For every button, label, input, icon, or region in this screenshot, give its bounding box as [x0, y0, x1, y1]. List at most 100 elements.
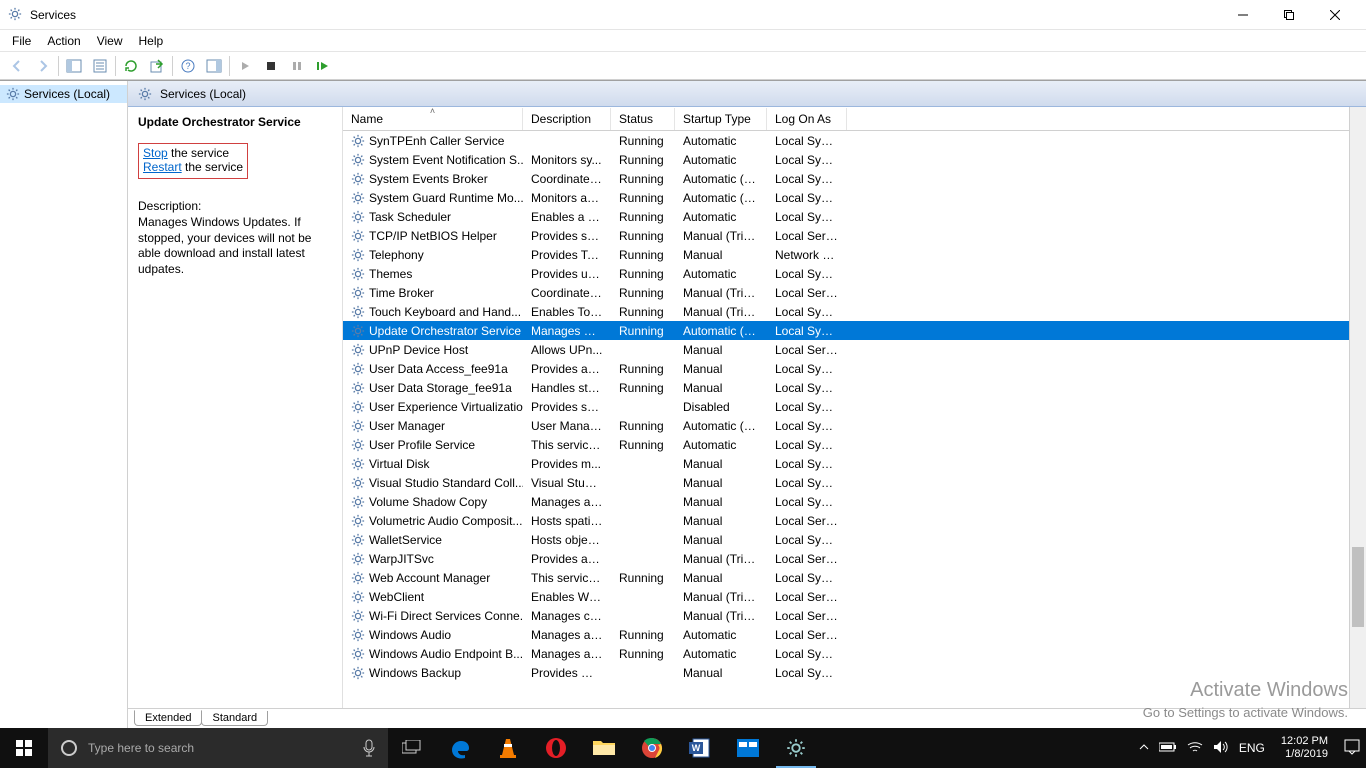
service-row[interactable]: Virtual DiskProvides m...ManualLocal Sys…: [343, 454, 1366, 473]
start-service-button[interactable]: [233, 54, 257, 78]
mic-icon[interactable]: [362, 739, 376, 757]
col-name[interactable]: Name: [343, 108, 523, 130]
stop-link[interactable]: Stop: [143, 146, 168, 160]
service-desc-cell: User Manag...: [523, 419, 611, 433]
service-row[interactable]: WalletServiceHosts objec...ManualLocal S…: [343, 530, 1366, 549]
scrollbar-thumb[interactable]: [1352, 547, 1364, 627]
service-row[interactable]: Windows Audio Endpoint B...Manages au...…: [343, 644, 1366, 663]
service-name-cell: Time Broker: [343, 286, 523, 300]
service-row[interactable]: TelephonyProvides Tel...RunningManualNet…: [343, 245, 1366, 264]
opera-icon[interactable]: [532, 728, 580, 768]
file-explorer-icon[interactable]: [580, 728, 628, 768]
col-logon[interactable]: Log On As: [767, 108, 847, 130]
pause-service-button[interactable]: [285, 54, 309, 78]
service-row[interactable]: Visual Studio Standard Coll...Visual Stu…: [343, 473, 1366, 492]
export-button[interactable]: [145, 54, 169, 78]
edge-icon[interactable]: [436, 728, 484, 768]
settings-taskbar-icon[interactable]: [724, 728, 772, 768]
service-desc-cell: Handles sto...: [523, 381, 611, 395]
window-controls: [1220, 0, 1358, 30]
restart-service-button[interactable]: [311, 54, 335, 78]
service-row[interactable]: Task SchedulerEnables a us...RunningAuto…: [343, 207, 1366, 226]
menu-view[interactable]: View: [89, 32, 131, 50]
service-logon-cell: Local Service: [767, 552, 847, 566]
service-row[interactable]: User Experience Virtualizatio...Provides…: [343, 397, 1366, 416]
service-status-cell: Running: [611, 248, 675, 262]
service-name-cell: Touch Keyboard and Hand...: [343, 305, 523, 319]
menu-action[interactable]: Action: [39, 32, 88, 50]
service-row[interactable]: Update Orchestrator ServiceManages W...R…: [343, 321, 1366, 340]
wifi-icon[interactable]: [1187, 741, 1203, 756]
service-logon-cell: Local Service: [767, 609, 847, 623]
description-text: Manages Windows Updates. If stopped, you…: [138, 215, 332, 277]
service-row[interactable]: Touch Keyboard and Hand...Enables Tou...…: [343, 302, 1366, 321]
battery-icon[interactable]: [1159, 741, 1177, 756]
service-row[interactable]: WarpJITSvcProvides a JI...Manual (Trig..…: [343, 549, 1366, 568]
description-label: Description:: [138, 199, 332, 213]
right-pane: Services (Local) Update Orchestrator Ser…: [128, 81, 1366, 728]
service-status-cell: Running: [611, 419, 675, 433]
taskbar-search[interactable]: Type here to search: [48, 728, 388, 768]
service-row[interactable]: System Guard Runtime Mo...Monitors an...…: [343, 188, 1366, 207]
details-panel: Update Orchestrator Service Stop the ser…: [128, 107, 343, 728]
properties-button[interactable]: [88, 54, 112, 78]
start-button[interactable]: [0, 728, 48, 768]
service-row[interactable]: TCP/IP NetBIOS HelperProvides su...Runni…: [343, 226, 1366, 245]
refresh-button[interactable]: [119, 54, 143, 78]
service-row[interactable]: User Data Access_fee91aProvides ap...Run…: [343, 359, 1366, 378]
service-row[interactable]: User Data Storage_fee91aHandles sto...Ru…: [343, 378, 1366, 397]
word-icon[interactable]: W: [676, 728, 724, 768]
menu-help[interactable]: Help: [131, 32, 172, 50]
restart-link[interactable]: Restart: [143, 160, 182, 174]
service-desc-cell: Enables Tou...: [523, 305, 611, 319]
help-button[interactable]: ?: [176, 54, 200, 78]
show-hide-tree-button[interactable]: [62, 54, 86, 78]
task-view-icon[interactable]: [388, 728, 436, 768]
tray-chevron-icon[interactable]: [1139, 741, 1149, 755]
menu-file[interactable]: File: [4, 32, 39, 50]
col-status[interactable]: Status: [611, 108, 675, 130]
service-row[interactable]: System Events BrokerCoordinates...Runnin…: [343, 169, 1366, 188]
services-taskbar-icon[interactable]: [772, 728, 820, 768]
volume-icon[interactable]: [1213, 740, 1229, 757]
stop-service-button[interactable]: [259, 54, 283, 78]
service-row[interactable]: WebClientEnables Win...Manual (Trig...Lo…: [343, 587, 1366, 606]
service-row[interactable]: User Profile ServiceThis service ...Runn…: [343, 435, 1366, 454]
notifications-icon[interactable]: [1344, 739, 1360, 758]
col-description[interactable]: Description: [523, 108, 611, 130]
service-row[interactable]: Windows BackupProvides Wi...ManualLocal …: [343, 663, 1366, 682]
vertical-scrollbar[interactable]: [1349, 107, 1366, 708]
service-status-cell: Running: [611, 229, 675, 243]
service-logon-cell: Local Syste...: [767, 267, 847, 281]
service-row[interactable]: SynTPEnh Caller ServiceRunningAutomaticL…: [343, 131, 1366, 150]
service-logon-cell: Local Syste...: [767, 533, 847, 547]
service-row[interactable]: Windows AudioManages au...RunningAutomat…: [343, 625, 1366, 644]
service-name-cell: Web Account Manager: [343, 571, 523, 585]
service-row[interactable]: Time BrokerCoordinates...RunningManual (…: [343, 283, 1366, 302]
service-row[interactable]: UPnP Device HostAllows UPn...ManualLocal…: [343, 340, 1366, 359]
action-pane-button[interactable]: [202, 54, 226, 78]
close-button[interactable]: [1312, 0, 1358, 30]
language-indicator[interactable]: ENG: [1239, 741, 1265, 755]
tab-standard[interactable]: Standard: [201, 711, 268, 726]
maximize-button[interactable]: [1266, 0, 1312, 30]
vlc-icon[interactable]: [484, 728, 532, 768]
tray-clock[interactable]: 12:02 PM 1/8/2019: [1275, 735, 1334, 761]
col-startup[interactable]: Startup Type: [675, 108, 767, 130]
service-row[interactable]: System Event Notification S...Monitors s…: [343, 150, 1366, 169]
back-button[interactable]: [5, 54, 29, 78]
chrome-icon[interactable]: [628, 728, 676, 768]
tab-extended[interactable]: Extended: [134, 710, 202, 726]
service-name-cell: Visual Studio Standard Coll...: [343, 476, 523, 490]
service-name-cell: User Data Storage_fee91a: [343, 381, 523, 395]
service-row[interactable]: Volumetric Audio Composit...Hosts spatia…: [343, 511, 1366, 530]
service-row[interactable]: User ManagerUser Manag...RunningAutomati…: [343, 416, 1366, 435]
service-row[interactable]: ThemesProvides us...RunningAutomaticLoca…: [343, 264, 1366, 283]
service-row[interactable]: Wi-Fi Direct Services Conne...Manages co…: [343, 606, 1366, 625]
minimize-button[interactable]: [1220, 0, 1266, 30]
forward-button[interactable]: [31, 54, 55, 78]
tree-root-item[interactable]: Services (Local): [0, 85, 127, 103]
service-row[interactable]: Web Account ManagerThis service ...Runni…: [343, 568, 1366, 587]
service-row[interactable]: Volume Shadow CopyManages an...ManualLoc…: [343, 492, 1366, 511]
service-desc-cell: This service ...: [523, 438, 611, 452]
